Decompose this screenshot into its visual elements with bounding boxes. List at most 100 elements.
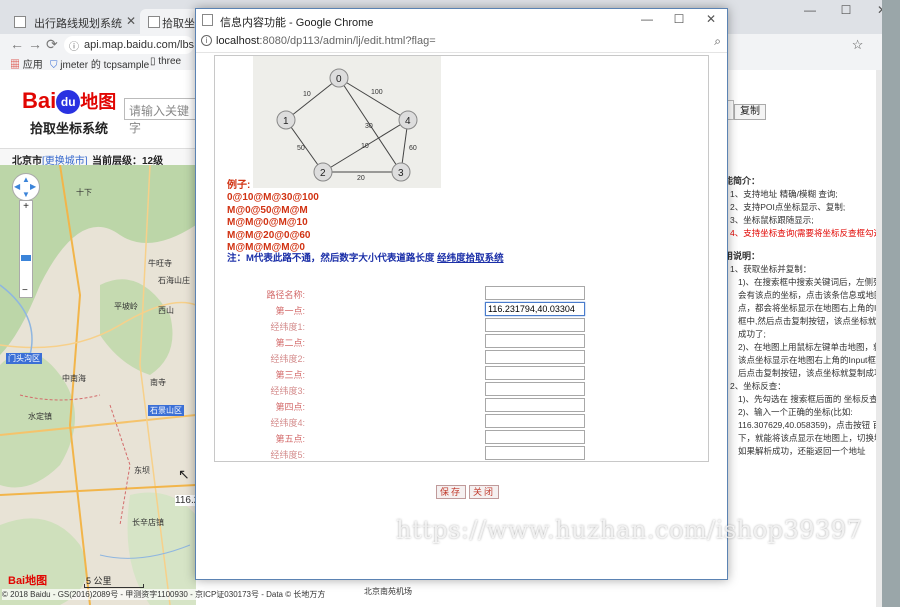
graph-node-label: 4 <box>405 116 411 127</box>
url-path: :8080/dp113/admin/lj/edit.html?flag= <box>259 35 436 47</box>
popup-titlebar: 信息内容功能 - Google Chrome — ☐ ✕ <box>196 9 727 31</box>
usage-list: 1、获取坐标并复制： 1)、在搜索框中搜索关键词后，左侧列表中会有该点的坐标，点… <box>724 263 900 458</box>
latlng-1-input[interactable] <box>485 318 585 332</box>
map-copyright: © 2018 Baidu - GS(2016)2089号 - 甲测资字11009… <box>2 589 326 600</box>
map-label: 中南海 <box>62 374 86 383</box>
note-text: 注：M代表此路不通，然后数字大小代表道路长度 经纬度拾取系统 <box>227 250 504 264</box>
point-4-input[interactable] <box>485 398 585 412</box>
route-edit-form: 0 1 2 3 4 10 100 30 50 10 20 60 例子: 0@10… <box>214 55 709 462</box>
bookmark-jmeter[interactable]: ⛉ jmeter 的 tcpsample <box>50 56 149 71</box>
latlng-5-input[interactable] <box>485 446 585 460</box>
arrow-down-icon[interactable]: ▼ <box>22 190 30 199</box>
map-label: 牛旺寺 <box>148 259 172 268</box>
info-icon[interactable]: i <box>201 35 212 46</box>
maximize-icon[interactable]: ☐ <box>828 0 864 22</box>
list-item: 1、支持地址 精确/模糊 查询; <box>730 189 838 199</box>
maximize-icon[interactable]: ☐ <box>663 9 695 31</box>
form-row-latlng-5: 经纬度5: <box>215 446 708 461</box>
form-row-route-name: 路径名称: <box>215 286 708 302</box>
example-line: M@M@20@0@60 <box>227 229 311 241</box>
map-label-district: 石景山区 <box>148 405 184 416</box>
form-row-latlng-1: 经纬度1: <box>215 318 708 334</box>
zoom-in-icon[interactable]: + <box>20 201 32 213</box>
page-icon <box>14 16 26 28</box>
map-label: 水定镇 <box>28 412 52 421</box>
field-label: 经纬度4: <box>270 418 305 428</box>
example-line: M@0@50@M@M <box>227 204 308 216</box>
bookmark-three[interactable]: ▯ three <box>150 56 181 67</box>
tab-label: 出行路线规划系统 <box>34 18 122 30</box>
page-icon: ▯ <box>150 56 156 67</box>
graph-node-label: 3 <box>398 168 404 179</box>
latlng-3-input[interactable] <box>485 382 585 396</box>
latlng-4-input[interactable] <box>485 414 585 428</box>
forward-icon[interactable]: → <box>28 36 42 52</box>
point-5-input[interactable] <box>485 430 585 444</box>
form-row-latlng-4: 经纬度4: <box>215 414 708 430</box>
zoom-icon[interactable]: ⌕ <box>714 34 721 49</box>
close-icon[interactable]: ✕ <box>695 9 727 31</box>
map-pan-control[interactable]: ▲ ▼ ◀ ▶ <box>12 173 40 201</box>
page-icon <box>202 14 213 26</box>
arrow-left-icon[interactable]: ◀ <box>14 182 20 191</box>
page-icon <box>148 16 160 28</box>
form-buttons: 保存 关闭 <box>436 485 500 499</box>
graph-node-label: 2 <box>320 168 326 179</box>
zoom-out-icon[interactable]: − <box>22 285 28 297</box>
map-zoom-slider[interactable]: + − <box>19 200 33 298</box>
tab-route-planning[interactable]: 出行路线规划系统 ✕ <box>0 9 140 34</box>
map-label: 石海山庄 <box>158 276 190 285</box>
popup-url: localhost:8080/dp113/admin/lj/edit.html?… <box>216 35 436 47</box>
reload-icon[interactable]: ⟳ <box>46 36 58 53</box>
star-icon[interactable]: ☆ <box>852 37 864 52</box>
bookmark-apps[interactable]: ▦ 应用 <box>10 56 43 71</box>
map-bottom-logo: Bai地图 <box>8 575 48 587</box>
point-2-input[interactable] <box>485 334 585 348</box>
latlng-2-input[interactable] <box>485 350 585 364</box>
address-text: api.map.baidu.com/lbsap <box>84 39 194 51</box>
map-label: 东坝 <box>134 466 150 475</box>
example-block: 例子: 0@10@M@30@100 M@0@50@M@M M@M@0@M@10 … <box>227 180 319 254</box>
field-label: 经纬度1: <box>270 322 305 332</box>
copy-button[interactable]: 复制 <box>734 104 766 120</box>
close-icon[interactable]: ✕ <box>126 14 136 28</box>
form-row-point-1: 第一点: <box>215 302 708 318</box>
close-button[interactable]: 关闭 <box>469 485 500 499</box>
popup-address-bar[interactable]: i localhost:8080/dp113/admin/lj/edit.htm… <box>196 31 727 53</box>
map-label: 西山 <box>158 306 174 315</box>
search-input[interactable]: 请输入关键字 <box>124 98 204 135</box>
map-label-district: 门头沟区 <box>6 353 42 364</box>
graph-edge-weight: 10 <box>303 91 311 98</box>
arrow-up-icon[interactable]: ▲ <box>22 175 30 184</box>
arrow-right-icon[interactable]: ▶ <box>30 182 36 191</box>
baidu-map-logo[interactable]: Bai du 地图 <box>22 88 117 115</box>
field-label: 经纬度2: <box>270 354 305 364</box>
intro-list: 1、支持地址 精确/模糊 查询; 2、支持POI点坐标显示、复制; 3、坐标鼠标… <box>724 188 900 240</box>
graph-node-label: 0 <box>336 74 342 85</box>
example-line: 0@10@M@30@100 <box>227 192 319 204</box>
city-info-bar: 北京市[更换城市] 当前层级：12级 <box>0 148 200 167</box>
list-item: 1、获取坐标并复制： <box>730 264 812 274</box>
map-label: 长辛店镇 <box>132 518 164 527</box>
logo-map-text: 地图 <box>80 92 117 112</box>
save-button[interactable]: 保存 <box>436 485 467 499</box>
back-icon[interactable]: ← <box>10 36 24 52</box>
coordinate-picker-link[interactable]: 经纬度拾取系统 <box>437 253 504 264</box>
address-bar[interactable]: ⓘ api.map.baidu.com/lbsap <box>64 36 194 54</box>
intro-heading: 能简介： <box>724 176 761 186</box>
popup-window-controls: — ☐ ✕ <box>631 9 727 31</box>
logo-text: Bai <box>22 88 57 113</box>
point-1-input[interactable] <box>485 302 585 316</box>
minimize-icon[interactable]: — <box>792 0 828 22</box>
map-label: 南寺 <box>150 378 166 387</box>
form-row-point-5: 第五点: <box>215 430 708 446</box>
form-row-latlng-2: 经纬度2: <box>215 350 708 366</box>
map-label-airport: 北京南苑机场 <box>364 587 412 596</box>
tab-coordinate-picker[interactable]: 拾取坐标 <box>140 9 200 34</box>
point-3-input[interactable] <box>485 366 585 380</box>
route-name-input[interactable] <box>485 286 585 300</box>
form-row-point-2: 第二点: <box>215 334 708 350</box>
bookmark-label: three <box>158 56 182 67</box>
zoom-slider-thumb[interactable] <box>21 255 31 261</box>
minimize-icon[interactable]: — <box>631 9 663 31</box>
